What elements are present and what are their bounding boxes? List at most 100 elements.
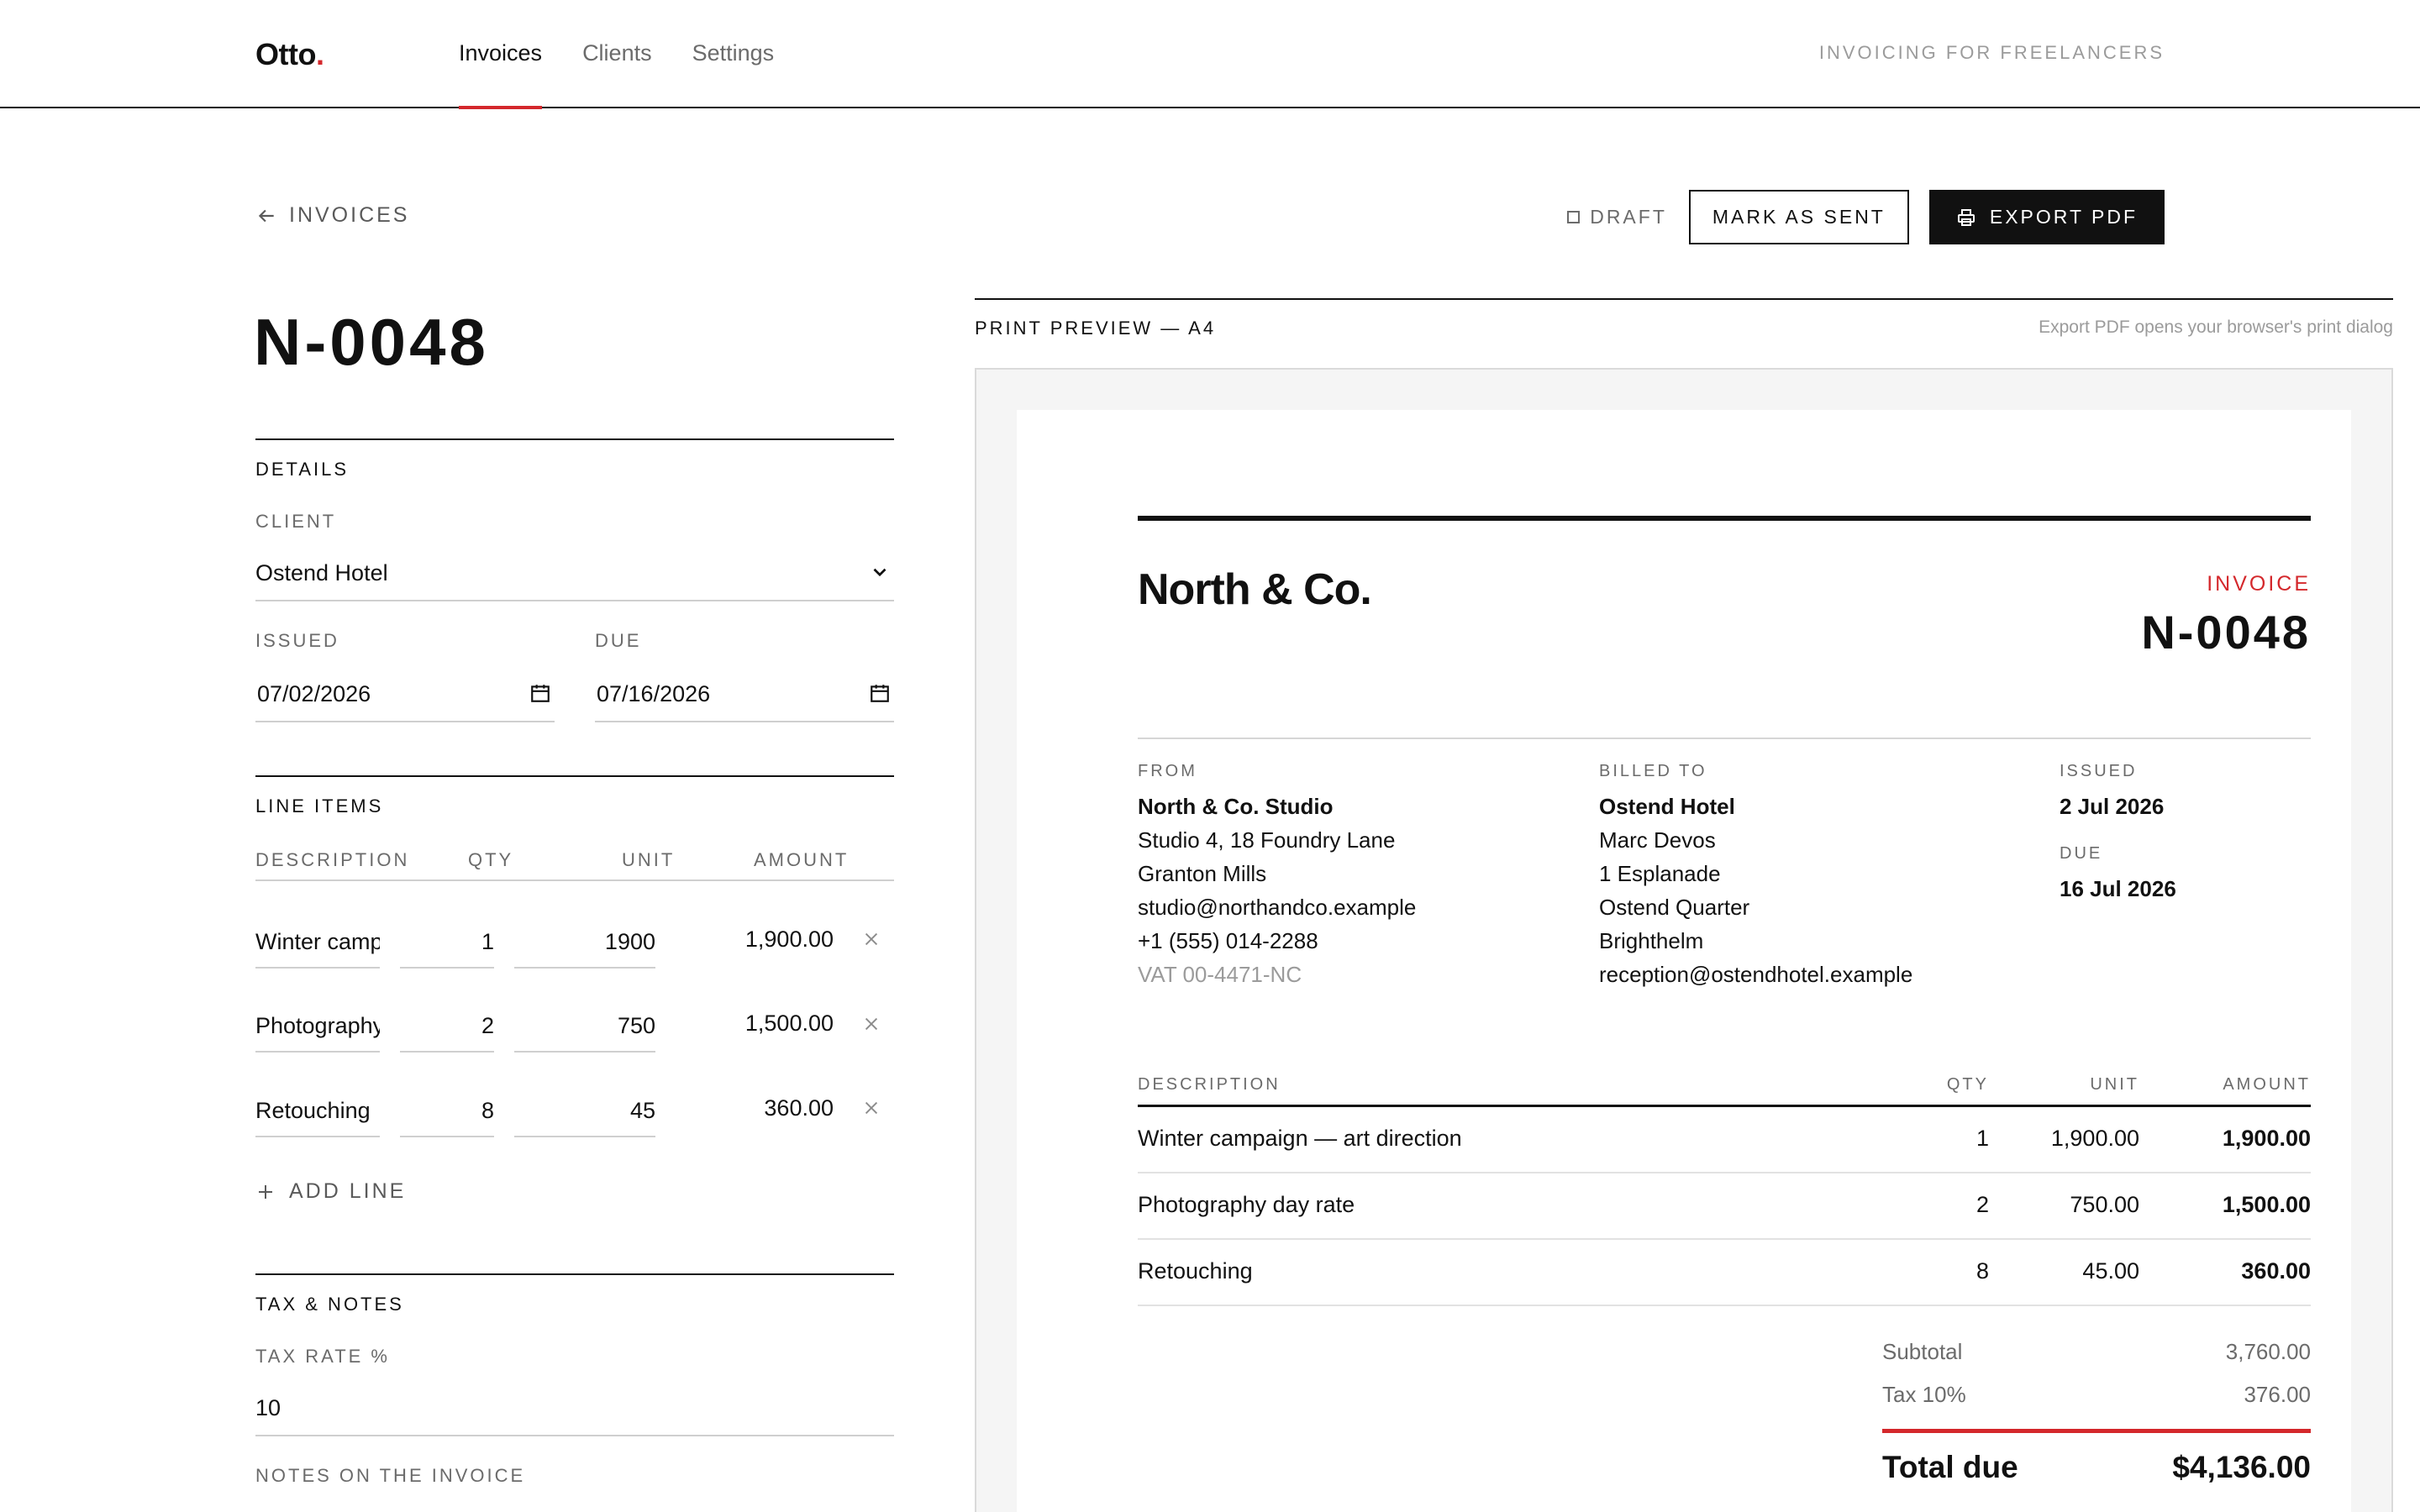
tax-rate-input[interactable]: 10: [255, 1384, 894, 1436]
total-due-row: Total due $4,136.00: [1882, 1450, 2311, 1485]
th-description: DESCRIPTION: [1138, 1075, 1281, 1094]
billed-to-name: Ostend Hotel: [1599, 794, 1735, 819]
calendar-icon[interactable]: [869, 682, 891, 704]
row-qty: 1: [1975, 1126, 1989, 1151]
plus-icon: [259, 1184, 272, 1199]
back-label: INVOICES: [289, 203, 410, 227]
add-line-button[interactable]: ADD LINE: [255, 1179, 406, 1204]
table-row: Retouching 8 45.00 360.00: [1138, 1240, 2311, 1306]
line-description-input[interactable]: Retouching: [255, 1087, 380, 1137]
line-qty-input[interactable]: 1: [400, 918, 494, 969]
col-description: DESCRIPTION: [255, 849, 410, 870]
row-unit: 1,900.00: [2050, 1126, 2139, 1151]
line-unit-input[interactable]: 1900: [514, 918, 655, 969]
row-description: Retouching: [1138, 1258, 1253, 1284]
line-qty-input[interactable]: 8: [400, 1087, 494, 1137]
subtotal-value: 3,760.00: [2225, 1339, 2311, 1364]
table-header: DESCRIPTION QTY UNIT AMOUNT: [1138, 1065, 2311, 1107]
remove-line-icon[interactable]: [862, 1015, 881, 1033]
table-row: Winter campaign — art direction 1 1,900.…: [1138, 1107, 2311, 1173]
line-unit-input[interactable]: 45: [514, 1087, 655, 1137]
from-block: FROM North & Co. Studio Studio 4, 18 Fou…: [1138, 761, 1416, 991]
from-name: North & Co. Studio: [1138, 794, 1334, 819]
from-line: +1 (555) 014-2288: [1138, 928, 1318, 953]
status-badge: DRAFT: [1567, 206, 1667, 228]
from-line: Studio 4, 18 Foundry Lane: [1138, 827, 1396, 853]
printer-icon: [1957, 208, 1975, 226]
line-amount: 1,500.00: [744, 1011, 834, 1036]
row-description: Winter campaign — art direction: [1138, 1126, 1462, 1151]
line-description-input[interactable]: Winter campaign — art direction: [255, 918, 380, 969]
notes-label: NOTES ON THE INVOICE: [255, 1465, 526, 1486]
status-label: DRAFT: [1590, 206, 1667, 228]
due-date: 16 Jul 2026: [2060, 876, 2176, 901]
mark-as-sent-button[interactable]: MARK AS SENT: [1688, 190, 1909, 244]
draft-square-icon: [1567, 211, 1581, 223]
due-date-value: 07/16/2026: [597, 681, 711, 706]
nav-clients[interactable]: Clients: [582, 0, 652, 108]
tax-notes-heading: TAX & NOTES: [255, 1294, 404, 1315]
line-amount: 360.00: [764, 1095, 834, 1121]
line-unit-input[interactable]: 750: [514, 1002, 655, 1053]
invoice-label: INVOICE: [2207, 572, 2311, 596]
nav-settings[interactable]: Settings: [692, 0, 775, 108]
line-description-input[interactable]: Photography day rate: [255, 1002, 380, 1053]
tax-row: Tax 10% 376.00: [1882, 1382, 2311, 1408]
line-description-value: Winter campaign — art direction: [255, 929, 380, 954]
back-to-invoices-link[interactable]: INVOICES: [255, 203, 409, 228]
subtotal-row: Subtotal 3,760.00: [1882, 1339, 2311, 1365]
line-items-heading: LINE ITEMS: [255, 795, 384, 816]
brand-name: Otto: [255, 37, 316, 71]
nav-invoices[interactable]: Invoices: [459, 0, 543, 109]
issued-heading: ISSUED: [2060, 762, 2138, 780]
dates-block: ISSUED 2 Jul 2026 DUE 16 Jul 2026: [2060, 761, 2176, 906]
billed-to-line: Ostend Quarter: [1599, 895, 1750, 920]
invoice-line-table: DESCRIPTION QTY UNIT AMOUNT Winter campa…: [1138, 1065, 2311, 1306]
print-preview-label: PRINT PREVIEW — A4: [975, 318, 1217, 339]
company-name: North & Co.: [1138, 565, 1372, 614]
tax-value: 376.00: [2244, 1382, 2311, 1407]
row-amount: 360.00: [2241, 1258, 2311, 1284]
remove-line-icon[interactable]: [862, 1099, 881, 1117]
issued-date: 2 Jul 2026: [2060, 794, 2165, 819]
brand-logo[interactable]: Otto.: [255, 37, 324, 72]
row-amount: 1,900.00: [2222, 1126, 2311, 1151]
export-pdf-button[interactable]: EXPORT PDF: [1928, 190, 2165, 244]
from-vat: VAT 00-4471-NC: [1138, 962, 1302, 987]
billed-to-heading: BILLED TO: [1599, 762, 1707, 780]
table-row: Photography day rate 2 750.00 1,500.00: [1138, 1173, 2311, 1240]
client-select[interactable]: Ostend Hotel: [255, 549, 894, 601]
due-date-input[interactable]: 07/16/2026: [595, 669, 894, 722]
client-label: CLIENT: [255, 511, 337, 532]
export-pdf-label: EXPORT PDF: [1989, 206, 2138, 228]
billed-to-line: 1 Esplanade: [1599, 861, 1721, 886]
details-section: DETAILS CLIENT Ostend Hotel ISSUED 07/02…: [255, 438, 894, 724]
issued-date-input[interactable]: 07/02/2026: [255, 669, 555, 722]
invoice-number: N-0048: [2141, 606, 2311, 659]
chevron-down-icon: [873, 568, 886, 577]
from-line: Granton Mills: [1138, 861, 1267, 886]
line-items-section: LINE ITEMS DESCRIPTION QTY UNIT AMOUNT W…: [255, 775, 894, 1145]
billed-to-line: Marc Devos: [1599, 827, 1716, 853]
from-heading: FROM: [1138, 762, 1197, 780]
row-unit: 750.00: [2070, 1192, 2139, 1217]
details-heading: DETAILS: [255, 459, 350, 480]
remove-line-icon[interactable]: [862, 930, 881, 948]
tagline: INVOICING FOR FREELANCERS: [1818, 42, 2165, 63]
tax-rate-label: TAX RATE %: [255, 1346, 390, 1367]
line-qty-input[interactable]: 2: [400, 1002, 494, 1053]
paper-top-rule: [1138, 516, 2311, 521]
top-bar: Otto. Invoices Clients Settings INVOICIN…: [0, 0, 2420, 109]
invoice-actions: DRAFT MARK AS SENT EXPORT PDF: [1567, 190, 2165, 244]
paper-divider: [1138, 738, 2311, 739]
tax-notes-section: TAX & NOTES TAX RATE % 10 NOTES ON THE I…: [255, 1273, 894, 1512]
preview-divider: [975, 298, 2393, 300]
col-unit: UNIT: [622, 849, 676, 870]
row-description: Photography day rate: [1138, 1192, 1355, 1217]
issued-label: ISSUED: [255, 630, 339, 651]
brand-dot: .: [315, 37, 324, 71]
line-qty-value: 2: [481, 1013, 494, 1038]
tax-rate-value: 10: [255, 1395, 281, 1420]
due-label: DUE: [595, 630, 642, 651]
calendar-icon[interactable]: [529, 682, 551, 704]
